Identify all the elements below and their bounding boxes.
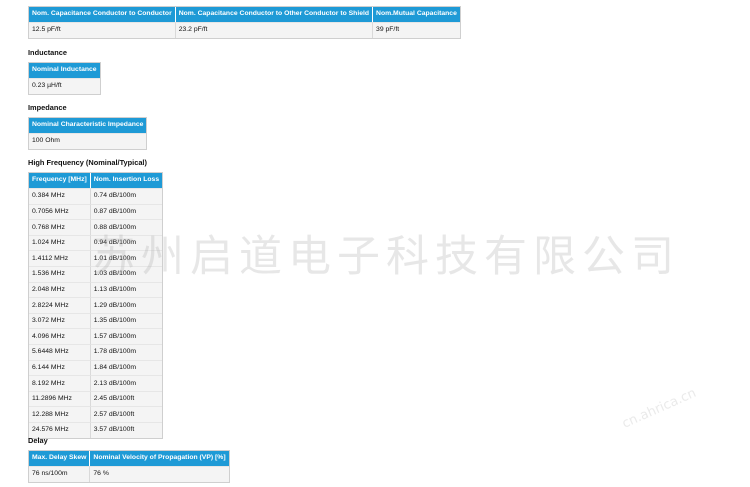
table-cell: 23.2 pF/ft: [175, 22, 374, 38]
table-header-row: Nom. Capacitance Conductor to Conductor …: [29, 7, 460, 22]
insertion-loss-cell: 0.94 dB/100m: [90, 234, 163, 251]
frequency-cell: 2.048 MHz: [29, 281, 91, 298]
table-row: 0.23 µH/ft: [29, 78, 100, 94]
insertion-loss-cell: 0.74 dB/100m: [90, 188, 163, 204]
frequency-cell: 12.288 MHz: [29, 406, 91, 422]
table-cell: 100 Ohm: [29, 133, 147, 149]
frequency-cell: 1.024 MHz: [29, 234, 91, 251]
frequency-cell: 2.8224 MHz: [29, 297, 91, 313]
insertion-loss-cell: 1.57 dB/100m: [90, 328, 163, 344]
frequency-cell: 5.6448 MHz: [29, 343, 91, 360]
insertion-loss-cell: 2.45 dB/100ft: [90, 390, 163, 407]
impedance-table: Nominal Characteristic Impedance 100 Ohm: [28, 117, 148, 150]
high-frequency-table: Frequency [MHz] Nom. Insertion Loss 0.38…: [28, 172, 164, 439]
table-row: 1.024 MHz 0.94 dB/100m: [29, 234, 163, 251]
table-row: 11.2896 MHz 2.45 dB/100ft: [29, 390, 163, 407]
frequency-cell: 11.2896 MHz: [29, 390, 91, 407]
table-cell: 0.23 µH/ft: [29, 78, 100, 94]
table-header-row: Nominal Characteristic Impedance: [29, 118, 147, 133]
frequency-cell: 1.4112 MHz: [29, 250, 91, 266]
capacitance-block: Nom. Capacitance Conductor to Conductor …: [28, 6, 461, 39]
table-row: 6.144 MHz 1.84 dB/100m: [29, 359, 163, 376]
table-row: 24.576 MHz 3.57 dB/100ft: [29, 421, 163, 438]
insertion-loss-cell: 1.13 dB/100m: [90, 281, 163, 298]
table-row: 0.7056 MHz 0.87 dB/100m: [29, 203, 163, 220]
capacitance-table: Nom. Capacitance Conductor to Conductor …: [28, 6, 461, 39]
table-row: 0.768 MHz 0.88 dB/100m: [29, 219, 163, 235]
high-frequency-title: High Frequency (Nominal/Typical): [28, 158, 147, 167]
insertion-loss-cell: 0.87 dB/100m: [90, 203, 163, 220]
table-cell: 12.5 pF/ft: [29, 22, 176, 38]
inductance-block: Nominal Inductance 0.23 µH/ft: [28, 62, 101, 95]
insertion-loss-cell: 1.78 dB/100m: [90, 343, 163, 360]
insertion-loss-cell: 0.88 dB/100m: [90, 219, 163, 235]
inductance-table: Nominal Inductance 0.23 µH/ft: [28, 62, 101, 95]
inductance-title: Inductance: [28, 48, 68, 57]
table-cell: 39 pF/ft: [373, 22, 460, 38]
column-header: Max. Delay Skew: [29, 451, 91, 466]
frequency-cell: 0.7056 MHz: [29, 203, 91, 220]
table-header-row: Nominal Inductance: [29, 63, 100, 78]
insertion-loss-cell: 2.57 dB/100ft: [90, 406, 163, 422]
column-header: Nominal Velocity of Propagation (VP) [%]: [90, 451, 229, 466]
site-watermark: cn.ahrica.cn: [620, 385, 699, 432]
table-row: 3.072 MHz 1.35 dB/100m: [29, 312, 163, 329]
delay-title: Delay: [28, 436, 48, 445]
table-row: 4.096 MHz 1.57 dB/100m: [29, 328, 163, 344]
frequency-cell: 3.072 MHz: [29, 312, 91, 329]
insertion-loss-cell: 2.13 dB/100m: [90, 375, 163, 391]
delay-block: Max. Delay Skew Nominal Velocity of Prop…: [28, 450, 230, 483]
insertion-loss-cell: 1.01 dB/100m: [90, 250, 163, 266]
insertion-loss-cell: 1.84 dB/100m: [90, 359, 163, 376]
frequency-cell: 8.192 MHz: [29, 375, 91, 391]
frequency-cell: 0.768 MHz: [29, 219, 91, 235]
table-cell: 76 ns/100m: [29, 466, 91, 482]
insertion-loss-cell: 1.29 dB/100m: [90, 297, 163, 313]
column-header: Nom. Capacitance Conductor to Conductor: [29, 7, 176, 22]
table-row: 76 ns/100m 76 %: [29, 466, 229, 482]
insertion-loss-cell: 1.35 dB/100m: [90, 312, 163, 329]
frequency-cell: 0.384 MHz: [29, 188, 91, 204]
table-row: 8.192 MHz 2.13 dB/100m: [29, 375, 163, 391]
frequency-cell: 4.096 MHz: [29, 328, 91, 344]
table-row: 1.536 MHz 1.03 dB/100m: [29, 265, 163, 282]
table-cell: 76 %: [90, 466, 229, 482]
table-row: 2.048 MHz 1.13 dB/100m: [29, 281, 163, 298]
frequency-cell: 1.536 MHz: [29, 265, 91, 282]
table-header-row: Max. Delay Skew Nominal Velocity of Prop…: [29, 451, 229, 466]
column-header: Nom. Insertion Loss: [90, 173, 163, 188]
column-header: Nom. Capacitance Conductor to Other Cond…: [175, 7, 374, 22]
table-row: 12.288 MHz 2.57 dB/100ft: [29, 406, 163, 422]
table-row: 5.6448 MHz 1.78 dB/100m: [29, 343, 163, 360]
high-frequency-block: Frequency [MHz] Nom. Insertion Loss 0.38…: [28, 172, 164, 439]
delay-table: Max. Delay Skew Nominal Velocity of Prop…: [28, 450, 230, 483]
column-header: Nominal Characteristic Impedance: [29, 118, 147, 133]
impedance-block: Nominal Characteristic Impedance 100 Ohm: [28, 117, 148, 150]
impedance-title: Impedance: [28, 103, 67, 112]
column-header: Nom.Mutual Capacitance: [373, 7, 460, 22]
table-header-row: Frequency [MHz] Nom. Insertion Loss: [29, 173, 163, 188]
table-row: 2.8224 MHz 1.29 dB/100m: [29, 297, 163, 313]
column-header: Frequency [MHz]: [29, 173, 91, 188]
column-header: Nominal Inductance: [29, 63, 100, 78]
table-row: 0.384 MHz 0.74 dB/100m: [29, 188, 163, 204]
frequency-cell: 6.144 MHz: [29, 359, 91, 376]
company-watermark: 苏州启道电子科技有限公司: [92, 232, 680, 282]
table-row: 100 Ohm: [29, 133, 147, 149]
insertion-loss-cell: 3.57 dB/100ft: [90, 421, 163, 438]
insertion-loss-cell: 1.03 dB/100m: [90, 265, 163, 282]
table-row: 12.5 pF/ft 23.2 pF/ft 39 pF/ft: [29, 22, 460, 38]
table-row: 1.4112 MHz 1.01 dB/100m: [29, 250, 163, 266]
